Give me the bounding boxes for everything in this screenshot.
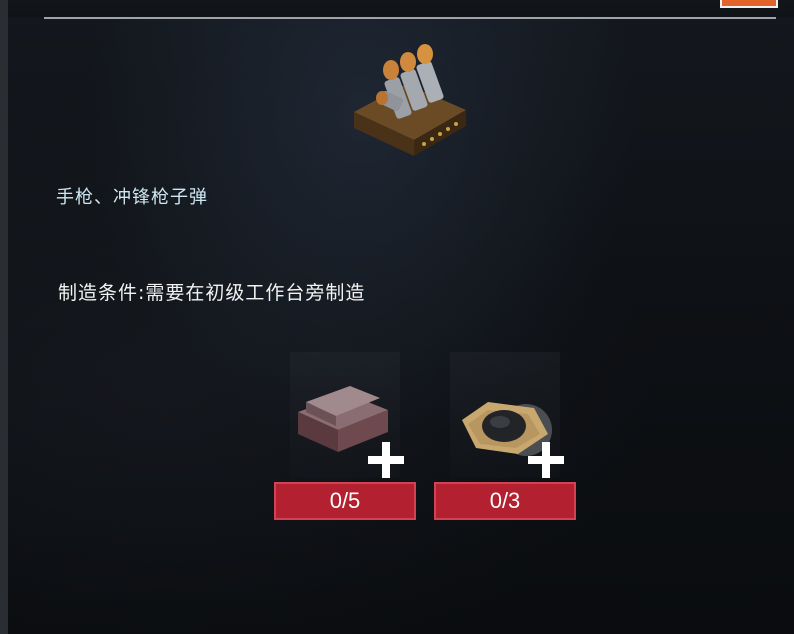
crafting-panel: 手枪、冲锋枪子弹 制造条件:需要在初级工作台旁制造 0/5 0/3 <box>0 0 794 634</box>
close-button[interactable] <box>720 0 778 8</box>
material-count: 0/5 <box>274 482 416 520</box>
header-divider <box>44 17 776 19</box>
crafting-condition: 制造条件:需要在初级工作台旁制造 <box>58 282 366 304</box>
material-slot-2[interactable]: 0/3 <box>434 352 576 524</box>
material-count: 0/3 <box>434 482 576 520</box>
ammo-box-icon <box>344 40 474 160</box>
add-icon[interactable] <box>364 438 408 482</box>
header-strip <box>8 0 794 18</box>
item-description: 手枪、冲锋枪子弹 <box>56 187 208 208</box>
material-slot-1[interactable]: 0/5 <box>274 352 416 524</box>
add-icon[interactable] <box>524 438 568 482</box>
